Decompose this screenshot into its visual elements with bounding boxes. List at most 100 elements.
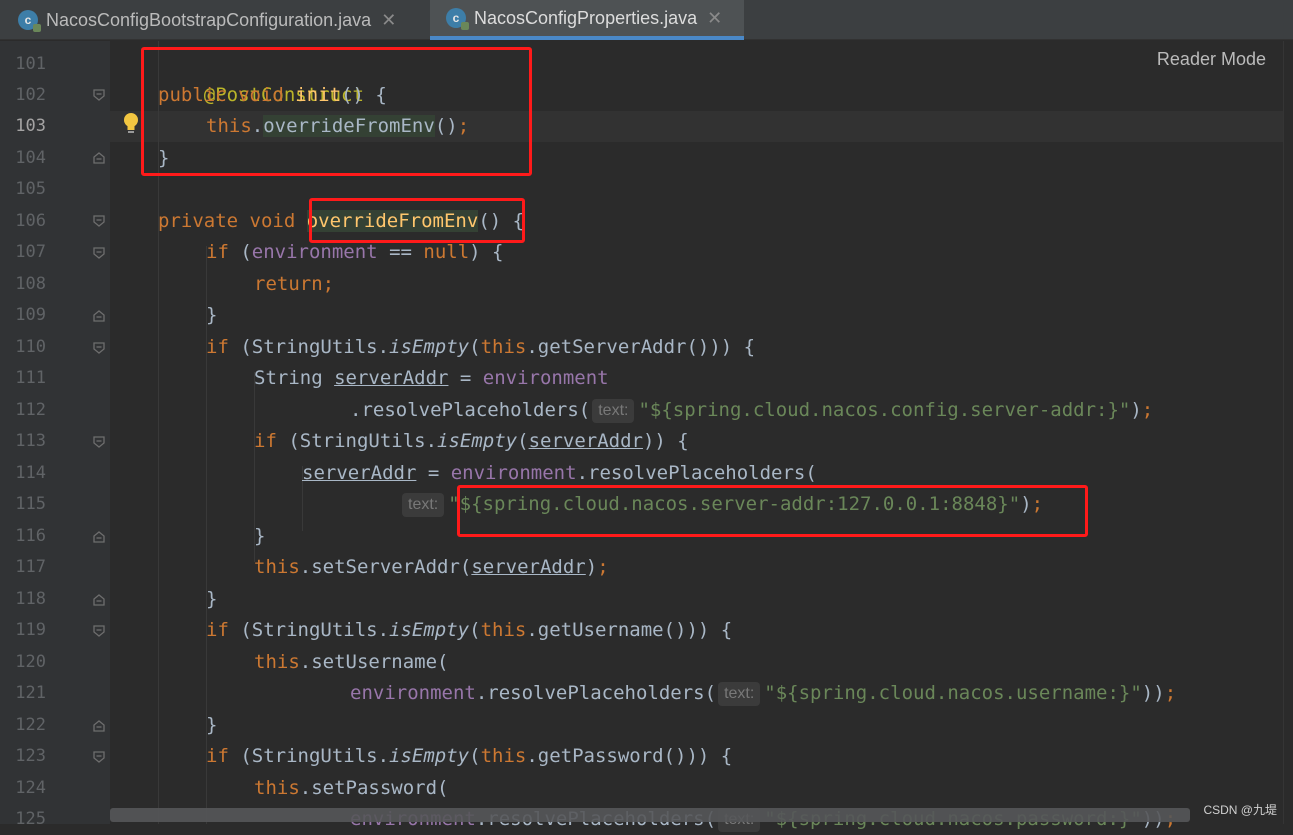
highlight-box-override-method xyxy=(309,198,525,243)
line-number: 109 xyxy=(15,305,46,325)
code-text: ) xyxy=(1130,399,1142,421)
field: environment xyxy=(450,462,577,484)
code-text: .setPassword( xyxy=(299,777,449,799)
editor-tab-bar: c NacosConfigBootstrapConfiguration.java… xyxy=(0,0,1293,40)
code-text: )) xyxy=(1141,682,1165,704)
line-number: 114 xyxy=(15,463,46,483)
code-line: .resolvePlaceholders(text: "${spring.clou… xyxy=(350,395,1153,426)
fold-close-icon[interactable] xyxy=(93,310,105,322)
code-line: environment.resolvePlaceholders(text:"${… xyxy=(350,678,1176,709)
parameter-hint: text: xyxy=(592,399,635,423)
keyword: if xyxy=(254,430,277,452)
fold-open-icon[interactable] xyxy=(93,89,105,101)
horizontal-scrollbar[interactable] xyxy=(110,808,1190,822)
code-text: .setServerAddr( xyxy=(299,556,472,578)
watermark: CSDN @九堤 xyxy=(1203,803,1277,817)
lightbulb-icon[interactable] xyxy=(122,112,140,140)
code-text: ) xyxy=(585,556,598,578)
keyword: if xyxy=(206,336,229,358)
keyword: if xyxy=(206,619,229,641)
line-number: 101 xyxy=(15,54,46,74)
static-method: isEmpty xyxy=(389,619,470,641)
code-text: .getUsername())) { xyxy=(526,619,733,641)
code-line: } xyxy=(206,710,217,741)
static-method: isEmpty xyxy=(389,336,470,358)
tab-nacos-config-properties[interactable]: c NacosConfigProperties.java ✕ xyxy=(430,0,744,40)
line-number: 117 xyxy=(15,557,46,577)
code-text: )) { xyxy=(642,430,689,452)
code-line: this.setUsername( xyxy=(254,647,448,678)
fold-open-icon[interactable] xyxy=(93,247,105,259)
code-line: if (StringUtils.isEmpty(this.getUsername… xyxy=(206,615,732,646)
vertical-scrollbar[interactable] xyxy=(1283,41,1293,824)
tab-label: NacosConfigBootstrapConfiguration.java xyxy=(46,9,372,30)
code-text: = xyxy=(448,367,483,389)
line-number: 103 xyxy=(15,116,46,136)
line-number: 121 xyxy=(15,683,46,703)
line-number: 112 xyxy=(15,400,46,420)
code-text: .resolvePlaceholders( xyxy=(475,682,717,704)
line-number: 110 xyxy=(15,337,46,357)
code-line: if (StringUtils.isEmpty(this.getPassword… xyxy=(206,741,732,772)
static-method: isEmpty xyxy=(389,745,470,767)
class-icon: c xyxy=(446,8,469,30)
parameter-hint: text: xyxy=(402,493,445,517)
fold-open-icon[interactable] xyxy=(93,751,105,763)
line-number: 123 xyxy=(15,746,46,766)
code-text: .getPassword())) { xyxy=(526,745,733,767)
line-number: 111 xyxy=(15,368,46,388)
tab-nacos-config-bootstrap-configuration[interactable]: c NacosConfigBootstrapConfiguration.java… xyxy=(0,0,430,40)
fold-open-icon[interactable] xyxy=(93,625,105,637)
close-icon[interactable]: ✕ xyxy=(707,8,722,29)
variable: serverAddr xyxy=(471,556,586,578)
line-number: 102 xyxy=(15,85,46,105)
keyword: if xyxy=(206,745,229,767)
static-method: isEmpty xyxy=(437,430,518,452)
variable: serverAddr xyxy=(334,367,449,389)
code-text: .getServerAddr())) { xyxy=(526,336,756,358)
code-text: .setUsername( xyxy=(299,651,449,673)
reader-mode-button[interactable]: Reader Mode xyxy=(1148,49,1266,70)
line-number: 119 xyxy=(15,620,46,640)
fold-close-icon[interactable] xyxy=(93,531,105,543)
keyword: if xyxy=(206,241,229,263)
code-text: (StringUtils. xyxy=(276,430,438,452)
code-text: } xyxy=(206,304,218,326)
keyword: this xyxy=(480,336,527,358)
keyword: null xyxy=(423,241,470,263)
parameter-hint: text: xyxy=(718,682,761,706)
field: environment xyxy=(350,682,476,704)
fold-open-icon[interactable] xyxy=(93,436,105,448)
line-number: 122 xyxy=(15,715,46,735)
line-number: 104 xyxy=(15,148,46,168)
keyword: this xyxy=(254,556,300,578)
fold-close-icon[interactable] xyxy=(93,720,105,732)
close-icon[interactable]: ✕ xyxy=(381,10,396,31)
code-text: = xyxy=(416,462,451,484)
keyword: this xyxy=(480,619,527,641)
semicolon: ; xyxy=(1141,399,1154,421)
line-number: 107 xyxy=(15,242,46,262)
line-number: 106 xyxy=(15,211,46,231)
code-text: .resolvePlaceholders( xyxy=(576,462,817,484)
line-number-gutter[interactable]: 101 102 103 104 105 106 107 108 109 110 … xyxy=(0,41,110,829)
string-literal: "${spring.cloud.nacos.username:}" xyxy=(764,682,1142,704)
line-number: 125 xyxy=(15,809,46,829)
highlight-box-postconstruct xyxy=(141,47,532,176)
code-line: if (StringUtils.isEmpty(this.getServerAd… xyxy=(206,332,755,363)
field: environment xyxy=(251,241,378,263)
line-number: 113 xyxy=(15,431,46,451)
fold-close-icon[interactable] xyxy=(93,594,105,606)
fold-open-icon[interactable] xyxy=(93,342,105,354)
fold-close-icon[interactable] xyxy=(93,152,105,164)
code-text: ( xyxy=(517,430,529,452)
string-literal: "${spring.cloud.nacos.config.server-addr… xyxy=(638,399,1131,421)
code-text: } xyxy=(206,714,218,736)
semicolon: ; xyxy=(597,556,609,578)
keyword: this xyxy=(254,651,300,673)
fold-open-icon[interactable] xyxy=(93,215,105,227)
code-line: this.setServerAddr(serverAddr); xyxy=(254,552,609,583)
variable: serverAddr xyxy=(302,462,417,484)
keyword: private void xyxy=(158,210,307,232)
line-number: 116 xyxy=(15,526,46,546)
